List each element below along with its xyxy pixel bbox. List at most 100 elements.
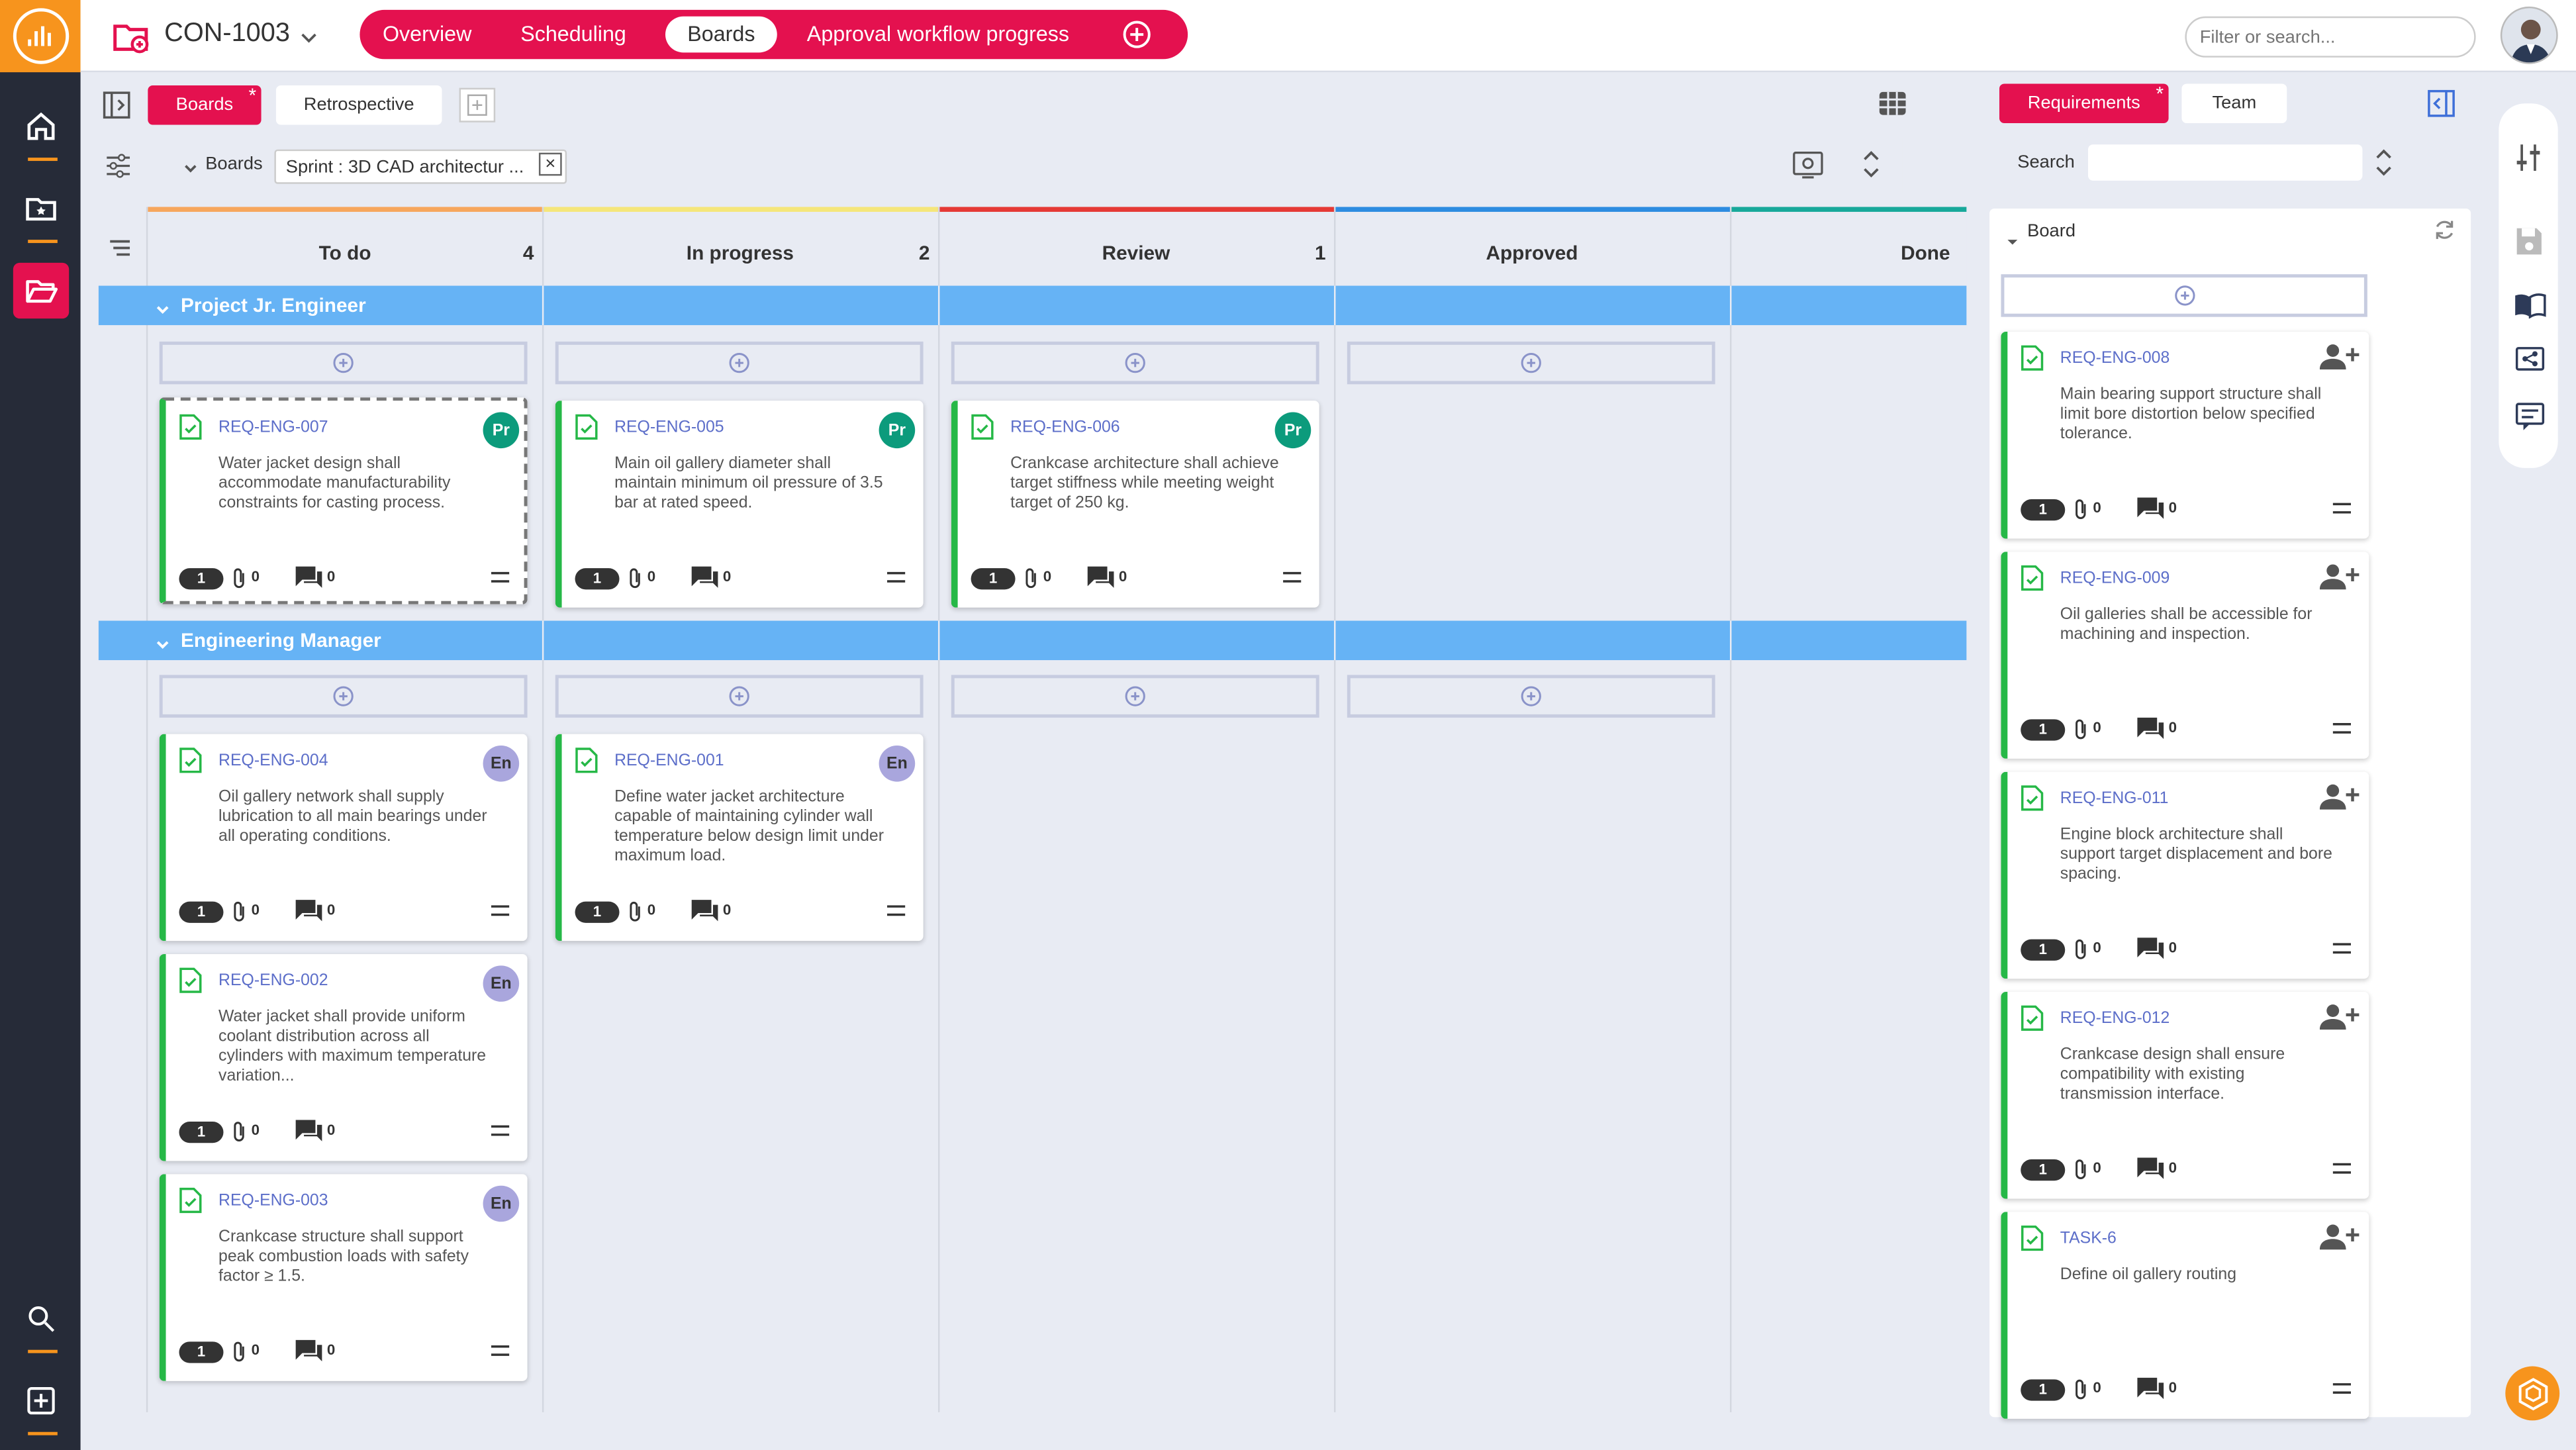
share-icon[interactable] [2515,346,2545,384]
tab-approval-workflow[interactable]: Approval workflow progress [806,10,1069,59]
chevron-down-icon[interactable] [154,297,171,327]
assistant-fab[interactable] [2505,1366,2560,1421]
drag-handle-icon[interactable] [887,905,906,916]
card-id[interactable]: REQ-ENG-009 [2060,570,2170,588]
add-card-button[interactable] [951,341,1319,385]
drag-handle-icon[interactable] [2332,722,2352,734]
drag-handle-icon[interactable] [2332,943,2352,954]
comment-icon[interactable] [2136,716,2166,740]
add-tab-icon[interactable] [1122,20,1152,58]
add-card-button[interactable] [159,675,528,718]
filter-settings-icon[interactable] [105,153,132,187]
assignee-badge[interactable]: En [483,965,520,1002]
card-id[interactable]: REQ-ENG-008 [2060,350,2170,367]
add-user-icon[interactable] [2319,343,2360,370]
add-user-icon[interactable] [2319,1003,2360,1030]
add-card-button[interactable] [1347,675,1715,718]
panel-group-label[interactable]: Board [2027,222,2075,242]
rail-home-button[interactable] [13,99,69,154]
card-id[interactable]: TASK-6 [2060,1230,2117,1248]
drag-handle-icon[interactable] [887,571,906,583]
chevron-down-icon[interactable] [154,632,171,662]
card-id[interactable]: REQ-ENG-004 [218,752,328,770]
tab-scheduling[interactable]: Scheduling [511,10,636,59]
drag-handle-icon[interactable] [1283,571,1302,583]
add-user-icon[interactable] [2319,1224,2360,1250]
requirement-card[interactable]: REQ-ENG-006 Crankcase architecture shall… [951,401,1319,608]
expand-collapse-icon[interactable] [1862,148,1882,189]
comment-icon[interactable] [2515,403,2545,440]
tune-icon[interactable] [2515,143,2543,181]
rail-projects-button[interactable] [13,262,70,319]
refresh-icon[interactable] [2433,218,2456,250]
assignee-badge[interactable]: Pr [483,412,520,449]
subtab-team[interactable]: Team [2181,83,2287,124]
comment-icon[interactable] [294,1338,324,1363]
drag-handle-icon[interactable] [491,1125,510,1136]
backlog-card[interactable]: TASK-6 Define oil gallery routing 1 0 0 [2001,1212,2369,1419]
comment-icon[interactable] [1086,565,1116,589]
add-card-button[interactable] [1347,341,1715,385]
drag-handle-icon[interactable] [2332,1163,2352,1174]
card-id[interactable]: REQ-ENG-006 [1010,418,1120,436]
backlog-card[interactable]: REQ-ENG-009 Oil galleries shall be acces… [2001,552,2369,759]
panel-search-input[interactable] [2087,144,2363,181]
filter-label[interactable]: Boards [205,154,263,174]
assignee-badge[interactable]: Pr [1274,412,1312,449]
comment-icon[interactable] [690,565,720,589]
card-id[interactable]: REQ-ENG-001 [614,752,724,770]
assignee-badge[interactable]: Pr [879,412,916,449]
screen-settings-icon[interactable] [1792,151,1823,187]
add-board-icon[interactable] [458,87,496,131]
add-card-button[interactable] [555,341,924,385]
swimlane-header[interactable]: Project Jr. Engineer [98,285,1967,327]
global-search-input[interactable] [2185,16,2476,58]
attachment-icon[interactable] [1024,567,1040,590]
drag-handle-icon[interactable] [2332,1382,2352,1394]
attachment-icon[interactable] [232,567,248,590]
swimlane-header[interactable]: Engineering Manager [98,620,1967,662]
collapse-panel-icon[interactable] [102,90,132,128]
backlog-card[interactable]: REQ-ENG-012 Crankcase design shall ensur… [2001,992,2369,1199]
attachment-icon[interactable] [232,1340,248,1363]
attachment-icon[interactable] [2074,718,2090,741]
card-id[interactable]: REQ-ENG-011 [2060,790,2169,808]
add-card-button[interactable] [951,675,1319,718]
attachment-icon[interactable] [2074,1158,2090,1181]
comment-icon[interactable] [2136,496,2166,520]
chevron-down-icon[interactable] [299,24,319,54]
card-id[interactable]: REQ-ENG-007 [218,418,328,436]
assignee-badge[interactable]: En [879,746,916,782]
brand-logo[interactable] [0,0,81,73]
grid-view-icon[interactable] [1878,90,1907,124]
comment-icon[interactable] [294,1118,324,1143]
attachment-icon[interactable] [2074,1378,2090,1401]
attachment-icon[interactable] [2074,498,2090,521]
subtab-retrospective[interactable]: Retrospective [275,85,442,125]
drag-handle-icon[interactable] [491,571,510,583]
rail-add-button[interactable] [13,1373,69,1428]
filter-chip[interactable]: Sprint : 3D CAD architectur ... [274,149,567,184]
assignee-badge[interactable]: En [483,746,520,782]
project-title[interactable]: CON-1003 [164,20,290,50]
rail-search-button[interactable] [13,1290,69,1346]
chevron-down-icon[interactable] [182,156,199,186]
attachment-icon[interactable] [628,900,644,923]
caret-down-icon[interactable] [2006,226,2019,256]
user-avatar[interactable] [2500,6,2558,64]
attachment-icon[interactable] [2074,938,2090,961]
comment-icon[interactable] [2136,1156,2166,1181]
requirement-card[interactable]: REQ-ENG-005 Main oil gallery diameter sh… [555,401,924,608]
comment-icon[interactable] [2136,936,2166,961]
comment-icon[interactable] [690,898,720,923]
add-user-icon[interactable] [2319,783,2360,810]
rail-starred-button[interactable] [13,181,69,236]
card-id[interactable]: REQ-ENG-012 [2060,1010,2170,1028]
requirement-card[interactable]: REQ-ENG-003 Crankcase structure shall su… [159,1174,528,1381]
requirement-card[interactable]: REQ-ENG-007 Water jacket design shall ac… [159,397,528,604]
comment-icon[interactable] [294,898,324,923]
sort-toggle-icon[interactable] [2374,144,2394,189]
requirement-card[interactable]: REQ-ENG-001 Define water jacket architec… [555,734,924,942]
attachment-icon[interactable] [232,900,248,923]
card-id[interactable]: REQ-ENG-003 [218,1192,328,1210]
